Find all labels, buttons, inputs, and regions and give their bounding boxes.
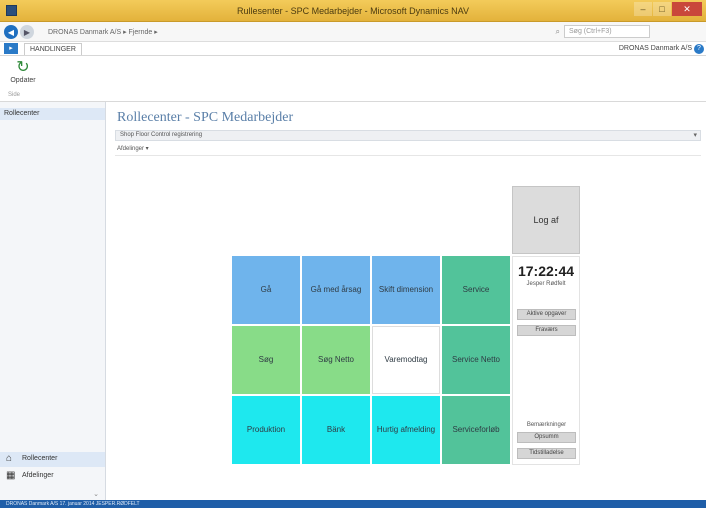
refresh-icon: ↻ xyxy=(16,59,30,76)
title-bar: Rullesenter - SPC Medarbejder - Microsof… xyxy=(0,0,706,22)
home-icon: ⌂ xyxy=(6,453,13,464)
ribbon: ↻ Opdater Side xyxy=(0,56,706,102)
ribbon-group-label: Side xyxy=(8,92,21,98)
logoff-button[interactable]: Log af xyxy=(512,186,580,254)
help-icon[interactable]: ? xyxy=(694,44,704,54)
sidebar-button-afdelinger[interactable]: ▦ Afdelinger xyxy=(0,469,105,484)
tile-gaa[interactable]: Gå xyxy=(232,256,300,324)
sidebar-button-rollecenter[interactable]: ⌂ Rollecenter xyxy=(0,452,105,467)
forward-button[interactable]: ▶ xyxy=(20,25,34,39)
page-title: Rollecenter - SPC Medarbejder xyxy=(117,110,294,125)
navigation-pane: Rollecenter ⌂ Rollecenter ▦ Afdelinger ⌄ xyxy=(0,102,106,500)
window-title: Rullesenter - SPC Medarbejder - Microsof… xyxy=(237,6,469,16)
address-bar: ◀ ▶ DRONAS Danmark A/S ▸ Fjernde ▸ ⌕ Søg… xyxy=(0,22,706,42)
notes-label: Bemærkninger xyxy=(526,422,567,428)
tile-produktion[interactable]: Produktion xyxy=(232,396,300,464)
absence-button[interactable]: Fraværs xyxy=(517,325,576,336)
breadcrumb[interactable]: DRONAS Danmark A/S ▸ Fjernde ▸ xyxy=(48,28,158,36)
tile-service-netto[interactable]: Service Netto xyxy=(442,326,510,394)
refresh-button[interactable]: ↻ Opdater xyxy=(6,59,40,84)
tile-varemodtag[interactable]: Varemodtag xyxy=(372,326,440,394)
summary-button[interactable]: Opsumm xyxy=(517,432,576,443)
status-bar: DRONAS Danmark A/S 17. januar 2014 JESPE… xyxy=(0,500,706,508)
status-panel: 17:22:44 Jesper Rødfelt Aktive opgaver F… xyxy=(512,256,580,465)
divider xyxy=(115,155,701,156)
sidebar-button-label: Afdelinger xyxy=(22,472,54,479)
main-content: Rollecenter - SPC Medarbejder Shop Floor… xyxy=(107,102,706,500)
clock: 17:22:44 xyxy=(517,263,575,279)
chevron-down-icon[interactable]: ⌄ xyxy=(93,490,99,498)
maximize-button[interactable]: □ xyxy=(653,2,671,16)
tile-serviceforloeb[interactable]: Serviceforløb xyxy=(442,396,510,464)
time-permission-button[interactable]: Tidstilladelse xyxy=(517,448,576,459)
back-button[interactable]: ◀ xyxy=(4,25,18,39)
active-tasks-button[interactable]: Aktive opgaver xyxy=(517,309,576,320)
user-name: Jesper Rødfelt xyxy=(526,281,566,287)
sidebar-button-label: Rollecenter xyxy=(22,455,58,462)
refresh-label: Opdater xyxy=(10,77,36,84)
tile-hurtig-afmelding[interactable]: Hurtig afmelding xyxy=(372,396,440,464)
close-button[interactable]: ✕ xyxy=(672,2,702,16)
tab-actions[interactable]: HANDLINGER xyxy=(24,43,82,55)
department-filter[interactable]: Afdelinger ▾ xyxy=(117,145,149,152)
filter-label: Shop Floor Control registrering xyxy=(120,132,203,138)
company-name[interactable]: DRONAS Danmark A/S xyxy=(619,45,692,52)
chevron-down-icon[interactable]: ▾ xyxy=(693,131,697,139)
tile-soeg-netto[interactable]: Søg Netto xyxy=(302,326,370,394)
departments-icon: ▦ xyxy=(6,470,16,481)
filter-bar[interactable]: Shop Floor Control registrering ▾ xyxy=(115,130,701,141)
tab-row: ▸ HANDLINGER DRONAS Danmark A/S ? xyxy=(0,42,706,56)
window-controls: – □ ✕ xyxy=(634,2,702,16)
search-icon: ⌕ xyxy=(555,27,560,36)
app-menu-button[interactable]: ▸ xyxy=(4,43,18,54)
tile-gaa-med-aarsag[interactable]: Gå med årsag xyxy=(302,256,370,324)
tile-baenk[interactable]: Bänk xyxy=(302,396,370,464)
search-input[interactable]: Søg (Ctrl+F3) xyxy=(564,25,650,38)
tile-service[interactable]: Service xyxy=(442,256,510,324)
tile-soeg[interactable]: Søg xyxy=(232,326,300,394)
sidebar-item-rollecenter[interactable]: Rollecenter xyxy=(0,108,105,120)
tile-skift-dimension[interactable]: Skift dimension xyxy=(372,256,440,324)
minimize-button[interactable]: – xyxy=(634,2,652,16)
